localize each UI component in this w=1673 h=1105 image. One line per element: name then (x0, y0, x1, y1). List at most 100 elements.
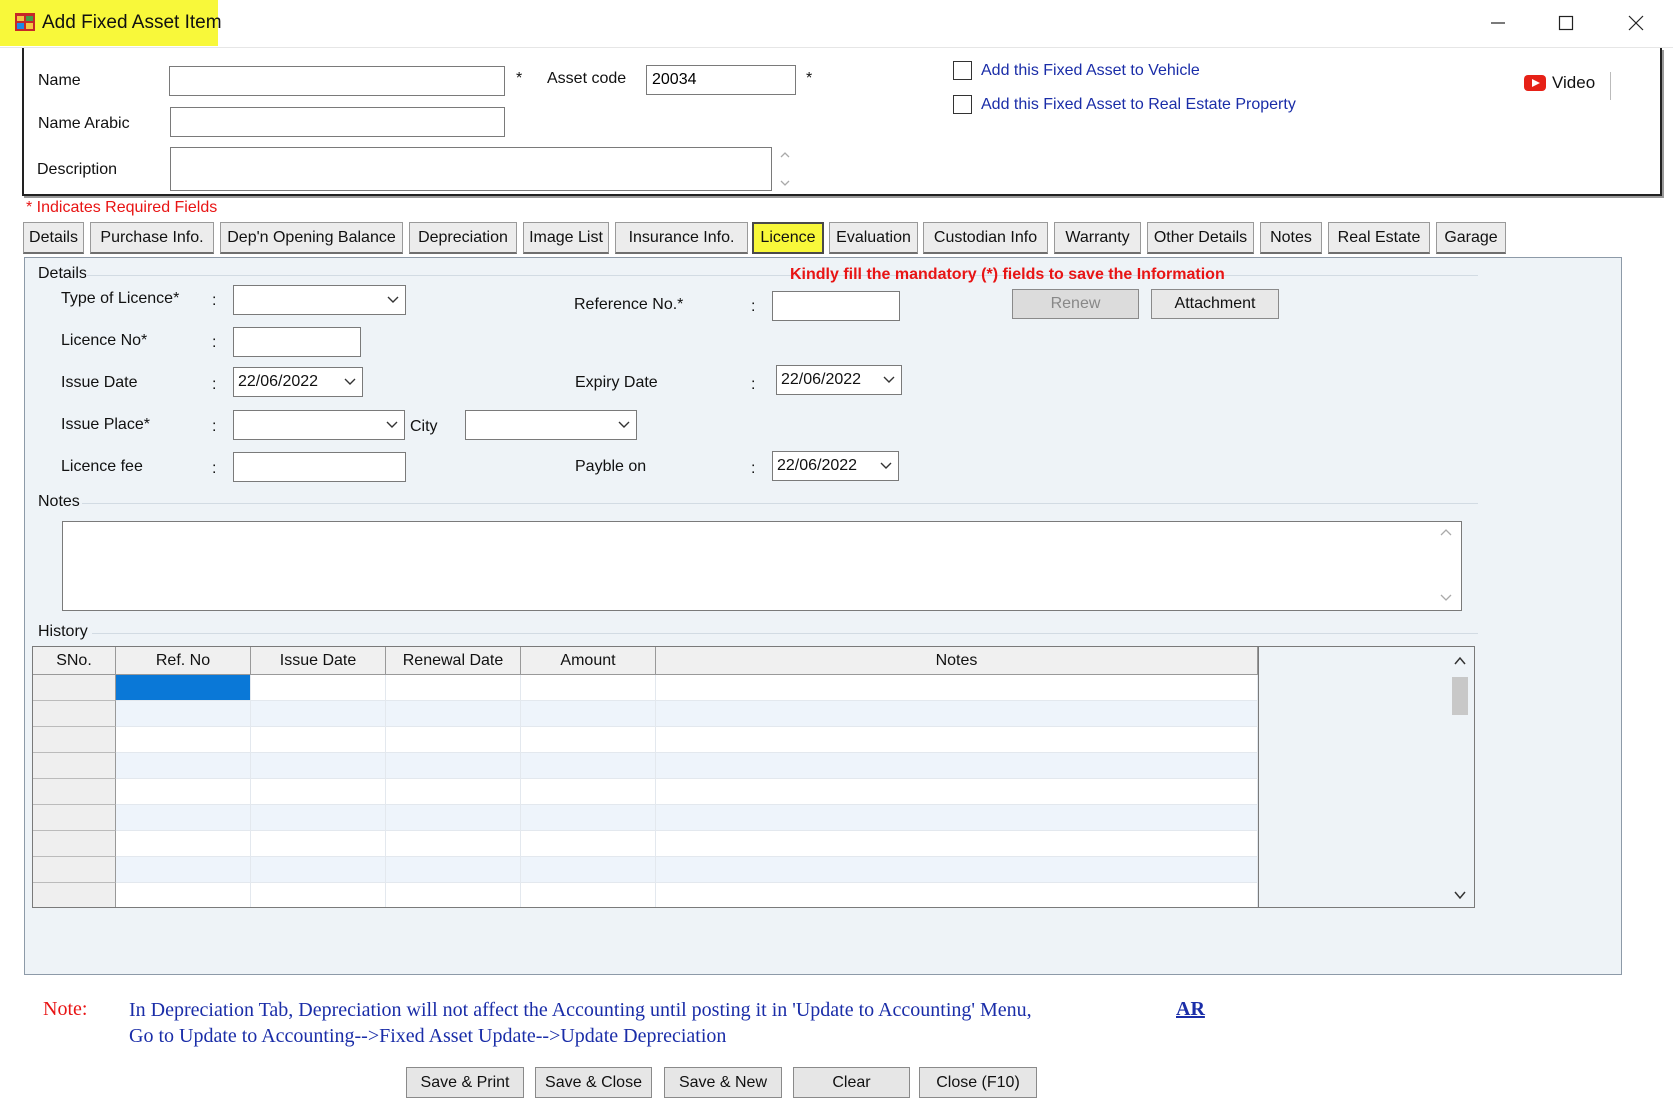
table-cell[interactable] (656, 805, 1258, 831)
table-cell[interactable] (521, 753, 656, 779)
table-cell[interactable] (386, 675, 521, 701)
renew-button[interactable]: Renew (1012, 289, 1139, 319)
issue-date-picker[interactable]: 22/06/2022 (233, 367, 363, 397)
ar-language-link[interactable]: AR (1176, 998, 1205, 1021)
table-cell[interactable] (656, 675, 1258, 701)
table-cell[interactable] (521, 727, 656, 753)
maximize-button[interactable] (1533, 0, 1599, 46)
table-cell[interactable] (251, 805, 386, 831)
tab-garage[interactable]: Garage (1436, 222, 1506, 254)
row-header[interactable] (33, 831, 116, 857)
row-header[interactable] (33, 883, 116, 907)
tab-depreciation[interactable]: Depreciation (409, 222, 517, 254)
table-cell-selected[interactable] (116, 675, 251, 701)
table-cell[interactable] (251, 857, 386, 883)
table-cell[interactable] (521, 675, 656, 701)
table-row[interactable] (33, 857, 1258, 883)
tab-notes[interactable]: Notes (1260, 222, 1322, 254)
row-header[interactable] (33, 753, 116, 779)
table-cell[interactable] (521, 857, 656, 883)
table-cell[interactable] (116, 857, 251, 883)
table-cell[interactable] (386, 727, 521, 753)
table-cell[interactable] (521, 831, 656, 857)
column-header-ref-no[interactable]: Ref. No (116, 647, 251, 675)
table-row[interactable] (33, 727, 1258, 753)
reference-no-input[interactable] (772, 291, 900, 321)
table-row[interactable] (33, 805, 1258, 831)
column-header-issue-date[interactable]: Issue Date (251, 647, 386, 675)
real-estate-checkbox-label[interactable]: Add this Fixed Asset to Real Estate Prop… (981, 96, 1296, 114)
issue-place-select[interactable] (233, 410, 405, 440)
history-grid[interactable]: SNo. Ref. No Issue Date Renewal Date Amo… (32, 646, 1475, 908)
tab-image-list[interactable]: Image List (523, 222, 609, 254)
table-cell[interactable] (656, 857, 1258, 883)
column-header-amount[interactable]: Amount (521, 647, 656, 675)
save-and-new-button[interactable]: Save & New (664, 1067, 782, 1098)
payble-on-picker[interactable]: 22/06/2022 (772, 451, 899, 481)
table-cell[interactable] (116, 701, 251, 727)
close-button[interactable]: Close (F10) (919, 1067, 1037, 1098)
vehicle-checkbox-label[interactable]: Add this Fixed Asset to Vehicle (981, 62, 1200, 80)
clear-button[interactable]: Clear (793, 1067, 910, 1098)
table-row[interactable] (33, 753, 1258, 779)
tab-licence[interactable]: Licence (752, 222, 824, 254)
table-cell[interactable] (386, 857, 521, 883)
table-cell[interactable] (656, 883, 1258, 907)
row-header[interactable] (33, 805, 116, 831)
tab-real-estate[interactable]: Real Estate (1328, 222, 1430, 254)
table-cell[interactable] (656, 831, 1258, 857)
table-row[interactable] (33, 831, 1258, 857)
table-cell[interactable] (251, 831, 386, 857)
tab-purchase-info[interactable]: Purchase Info. (90, 222, 214, 254)
row-header[interactable] (33, 857, 116, 883)
column-header-sno[interactable]: SNo. (33, 647, 116, 675)
notes-input[interactable] (62, 521, 1462, 611)
column-header-renewal-date[interactable]: Renewal Date (386, 647, 521, 675)
table-cell[interactable] (251, 883, 386, 907)
table-cell[interactable] (116, 805, 251, 831)
table-cell[interactable] (251, 675, 386, 701)
table-row[interactable] (33, 779, 1258, 805)
table-cell[interactable] (521, 701, 656, 727)
notes-scrollbar[interactable] (1438, 525, 1454, 605)
table-cell[interactable] (116, 753, 251, 779)
table-cell[interactable] (251, 753, 386, 779)
table-cell[interactable] (521, 805, 656, 831)
vehicle-checkbox[interactable] (953, 61, 972, 80)
table-cell[interactable] (251, 701, 386, 727)
column-header-notes[interactable]: Notes (656, 647, 1258, 675)
save-and-print-button[interactable]: Save & Print (406, 1067, 524, 1098)
attachment-button[interactable]: Attachment (1151, 289, 1279, 319)
expiry-date-picker[interactable]: 22/06/2022 (776, 365, 902, 395)
table-cell[interactable] (521, 883, 656, 907)
table-row[interactable] (33, 883, 1258, 907)
name-arabic-input[interactable] (170, 107, 505, 137)
table-cell[interactable] (386, 701, 521, 727)
table-cell[interactable] (386, 779, 521, 805)
tab-warranty[interactable]: Warranty (1054, 222, 1141, 254)
tab-insurance-info[interactable]: Insurance Info. (615, 222, 748, 254)
name-input[interactable] (169, 66, 505, 96)
row-header[interactable] (33, 779, 116, 805)
licence-no-input[interactable] (233, 327, 361, 357)
history-scrollbar[interactable] (1450, 650, 1470, 906)
table-cell[interactable] (116, 883, 251, 907)
row-header[interactable] (33, 675, 116, 701)
save-and-close-button[interactable]: Save & Close (535, 1067, 652, 1098)
video-link[interactable]: Video (1524, 73, 1595, 93)
tab-depn-opening-balance[interactable]: Dep'n Opening Balance (220, 222, 403, 254)
minimize-button[interactable] (1465, 0, 1531, 46)
asset-code-input[interactable] (646, 65, 796, 95)
licence-fee-input[interactable] (233, 452, 406, 482)
tab-custodian-info[interactable]: Custodian Info (923, 222, 1048, 254)
table-cell[interactable] (656, 779, 1258, 805)
table-cell[interactable] (656, 727, 1258, 753)
description-input[interactable] (170, 147, 772, 191)
table-cell[interactable] (251, 727, 386, 753)
tab-other-details[interactable]: Other Details (1147, 222, 1254, 254)
city-select[interactable] (465, 410, 637, 440)
tab-evaluation[interactable]: Evaluation (829, 222, 918, 254)
table-cell[interactable] (386, 831, 521, 857)
table-cell[interactable] (116, 831, 251, 857)
table-row[interactable] (33, 675, 1258, 701)
